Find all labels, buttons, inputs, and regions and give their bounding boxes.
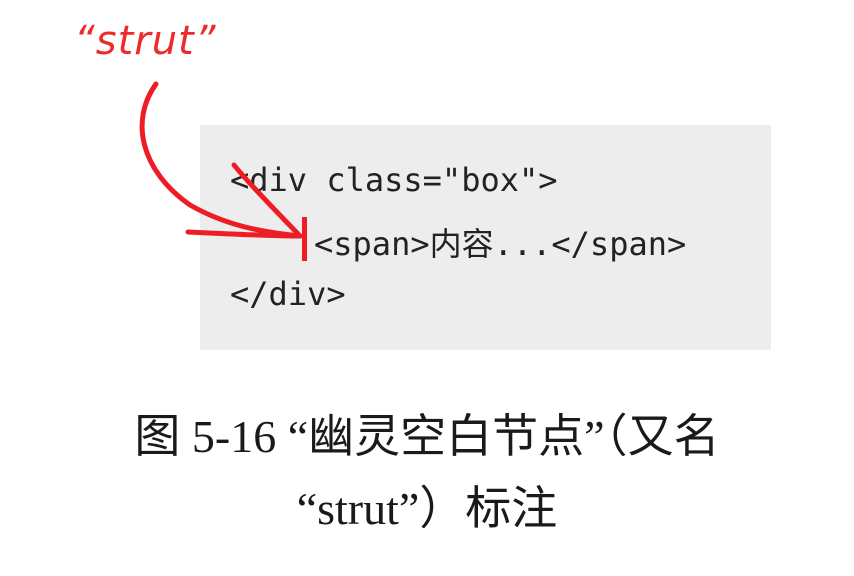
figure-caption-line-1: 图 5-16 “幽灵空白节点”（又名 (134, 411, 720, 462)
figure-caption-line-2: “strut”）标注 (296, 483, 558, 534)
